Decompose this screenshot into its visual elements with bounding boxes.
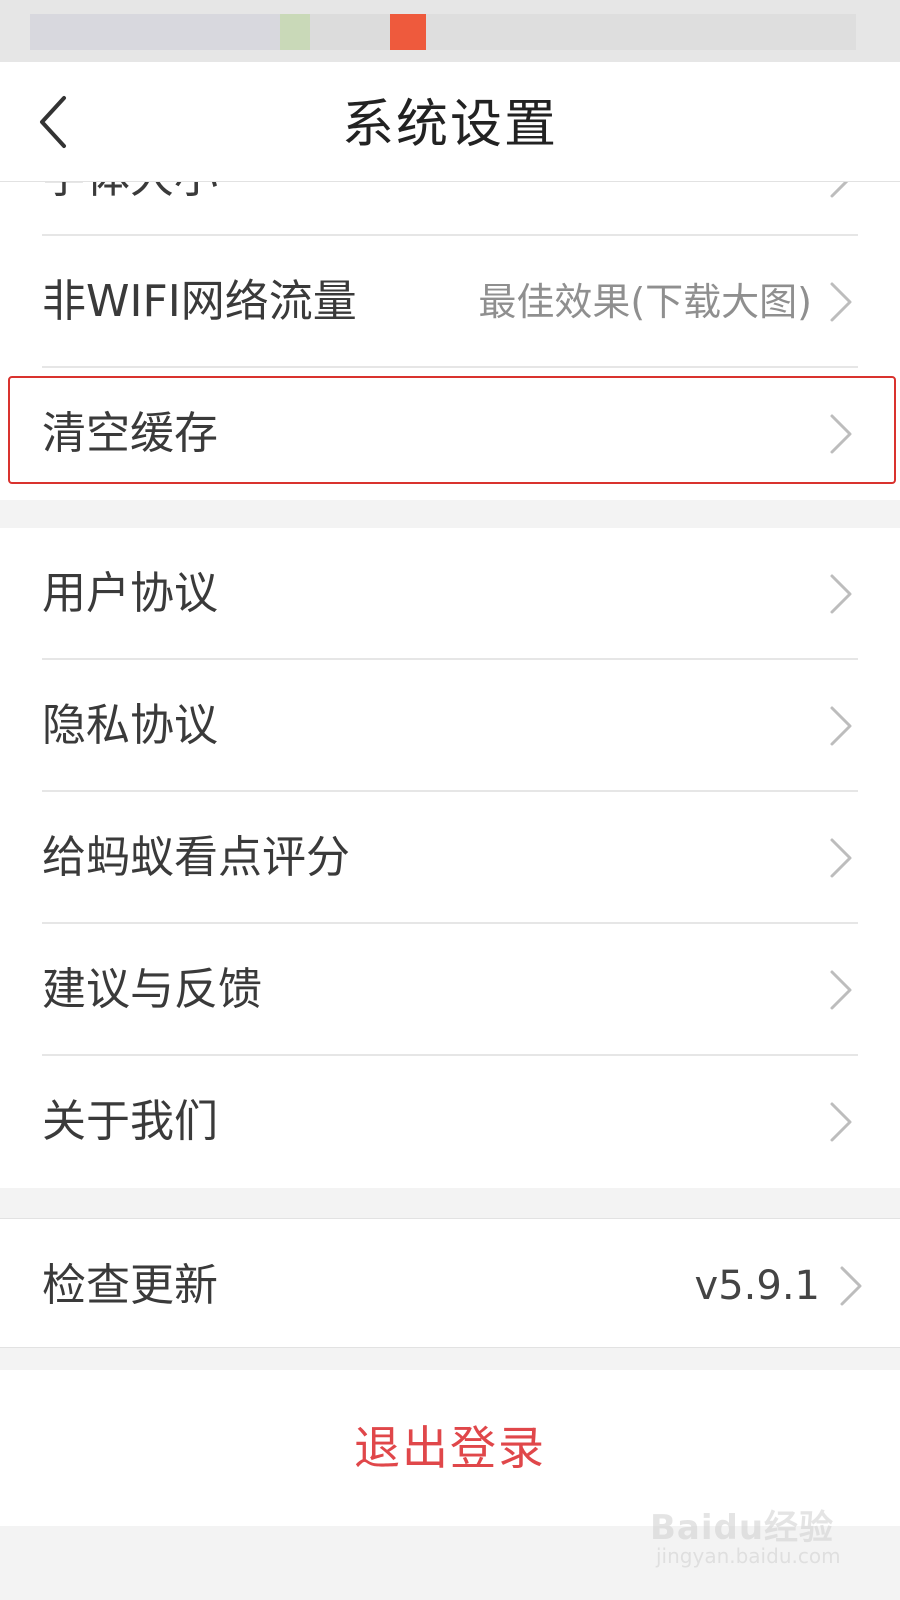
status-bar-blur — [426, 14, 856, 50]
version-value: v5.9.1 — [694, 1263, 820, 1309]
chevron-right-icon — [830, 182, 849, 198]
status-bar-blur — [310, 14, 390, 50]
row-value: 最佳效果(下载大图) — [478, 280, 812, 324]
chevron-right-icon — [830, 838, 852, 878]
row-label: 建议与反馈 — [42, 964, 262, 1015]
settings-row-about-us[interactable]: 关于我们 — [0, 1056, 900, 1188]
settings-row-user-agreement[interactable]: 用户协议 — [0, 528, 900, 660]
chevron-right-icon — [840, 1266, 862, 1306]
chevron-right-icon — [830, 574, 852, 614]
watermark-logo: Baidu经验 — [650, 1508, 835, 1548]
status-bar — [0, 0, 900, 70]
page-title: 系统设置 — [341, 95, 558, 155]
chevron-right-icon — [830, 1102, 852, 1142]
settings-row-privacy-agreement[interactable]: 隐私协议 — [0, 660, 900, 792]
row-label: 检查更新 — [42, 1260, 218, 1311]
status-bar-blur — [280, 14, 310, 50]
row-label: 给蚂蚁看点评分 — [42, 832, 350, 883]
watermark: Baidu经验 jingyan.baidu.com — [650, 1500, 841, 1580]
settings-row-check-update[interactable]: 检查更新 v5.9.1 — [0, 1218, 900, 1348]
row-label: 隐私协议 — [42, 700, 218, 751]
settings-row-clear-cache[interactable]: 清空缓存 — [0, 368, 900, 492]
chevron-right-icon — [830, 706, 852, 746]
chevron-right-icon — [830, 414, 852, 454]
row-label: 关于我们 — [42, 1096, 218, 1147]
settings-row-rate-app[interactable]: 给蚂蚁看点评分 — [0, 792, 900, 924]
nav-header: 系统设置 — [0, 62, 900, 182]
settings-row-feedback[interactable]: 建议与反馈 — [0, 924, 900, 1056]
row-label: 清空缓存 — [42, 408, 218, 459]
chevron-right-icon — [830, 282, 852, 322]
row-label: 非WIFI网络流量 — [42, 276, 357, 327]
status-bar-blur — [30, 14, 280, 50]
status-bar-blur — [390, 14, 426, 50]
settings-row-network-traffic[interactable]: 非WIFI网络流量 最佳效果(下载大图) — [0, 236, 900, 368]
settings-row-partial[interactable]: 字体大小 — [0, 182, 900, 234]
chevron-right-icon — [830, 970, 852, 1010]
watermark-url: jingyan.baidu.com — [656, 1544, 841, 1568]
row-label: 字体大小 — [42, 182, 218, 234]
row-label: 用户协议 — [42, 568, 218, 619]
